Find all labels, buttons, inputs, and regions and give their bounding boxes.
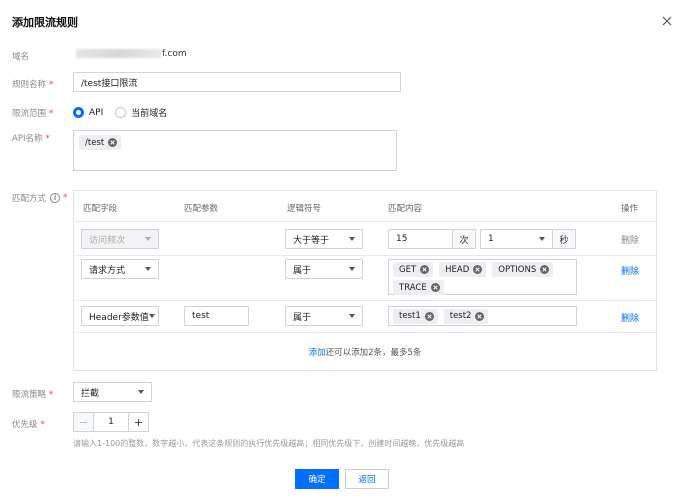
row3-operator-select[interactable]: 属于	[285, 306, 363, 326]
scope-radio-api[interactable]: API	[73, 106, 103, 119]
row2-field-select[interactable]: 请求方式	[81, 259, 159, 279]
remove-tag-icon[interactable]	[473, 265, 483, 274]
radio-unchecked-icon	[115, 107, 127, 118]
chevron-down-icon	[349, 237, 355, 241]
row1-count-unit: 次	[453, 229, 476, 249]
back-button[interactable]: 返回	[345, 469, 389, 489]
scope-label: 限流范围 *	[12, 109, 54, 119]
row1-field-select: 访问频次	[81, 229, 159, 249]
priority-value[interactable]: 1	[94, 412, 128, 432]
row1-period-select[interactable]: 1	[480, 229, 553, 249]
scope-radio-domain[interactable]: 当前域名	[115, 106, 167, 119]
tag-get: GET	[393, 262, 434, 277]
chevron-down-icon	[349, 314, 355, 318]
chevron-down-icon	[145, 237, 151, 241]
remove-tag-icon[interactable]	[475, 311, 485, 321]
remove-tag-icon[interactable]	[420, 265, 430, 274]
row3-param-input[interactable]: test	[184, 306, 249, 326]
info-icon[interactable]: i	[50, 193, 61, 203]
row1-operator-select[interactable]: 大于等于	[285, 229, 363, 249]
rule-name-input[interactable]: /test接口限流	[73, 72, 401, 92]
remove-tag-icon[interactable]	[424, 311, 434, 321]
priority-stepper: − 1 +	[73, 412, 149, 432]
api-name-tag-input[interactable]: /test	[73, 130, 397, 171]
chevron-down-icon	[138, 390, 144, 394]
domain-blurred-part	[76, 49, 162, 58]
header-action: 操作	[621, 204, 639, 214]
remove-tag-icon[interactable]	[108, 138, 118, 147]
strategy-label: 限流策略 *	[12, 390, 54, 400]
table-footer: 添加还可以添加2条，最多5条	[308, 348, 422, 358]
header-content: 匹配内容	[388, 204, 423, 214]
chevron-down-icon	[148, 314, 155, 318]
row2-tag-input[interactable]: GET HEAD OPTIONS TRACE	[388, 259, 577, 295]
row3-delete-button[interactable]: 删除	[621, 311, 639, 324]
close-icon[interactable]	[660, 14, 674, 28]
priority-label: 优先级 *	[12, 420, 45, 430]
remove-tag-icon[interactable]	[540, 265, 550, 274]
tag-test1: test1	[393, 308, 438, 324]
decrement-button[interactable]: −	[73, 412, 94, 432]
api-tag: /test	[79, 135, 122, 150]
header-operator: 逻辑符号	[287, 204, 322, 214]
header-field: 匹配字段	[83, 204, 118, 214]
chevron-down-icon	[539, 237, 545, 241]
radio-checked-icon	[73, 107, 84, 118]
header-param: 匹配参数	[184, 204, 219, 214]
row1-delete-button: 删除	[621, 236, 640, 246]
row1-count-input[interactable]: 15	[388, 229, 453, 249]
row1-period-unit: 秒	[553, 229, 576, 249]
confirm-button[interactable]: 确定	[295, 469, 339, 489]
domain-label: 域名	[12, 52, 30, 62]
chevron-down-icon	[349, 267, 355, 271]
chevron-down-icon	[145, 267, 151, 271]
row2-delete-button[interactable]: 删除	[621, 264, 639, 277]
rule-name-label: 规则名称 *	[12, 80, 54, 90]
add-condition-link[interactable]: 添加	[309, 348, 326, 358]
match-mode-label: 匹配方式 i *	[12, 193, 68, 204]
tag-test2: test2	[443, 308, 489, 324]
strategy-select[interactable]: 拦截	[73, 382, 152, 402]
row3-tag-input[interactable]: test1 test2	[388, 306, 577, 326]
domain-value: f.com	[76, 49, 187, 59]
row2-operator-select[interactable]: 属于	[285, 259, 363, 279]
row3-field-select[interactable]: Header参数值	[81, 306, 159, 326]
tag-trace: TRACE	[393, 280, 444, 295]
dialog-title: 添加限流规则	[12, 16, 78, 29]
api-name-label: API名称 *	[12, 134, 50, 144]
remove-tag-icon[interactable]	[430, 283, 440, 292]
tag-options: OPTIONS	[492, 262, 554, 277]
increment-button[interactable]: +	[128, 412, 149, 432]
tag-head: HEAD	[439, 262, 487, 277]
match-rules-table: 匹配字段 匹配参数 逻辑符号 匹配内容 操作 访问频次 大于等于 15 次 1 …	[73, 190, 657, 371]
priority-hint: 请输入1-100的整数，数字越小，代表这条规则的执行优先级越高；相同优先级下，创…	[73, 439, 465, 448]
